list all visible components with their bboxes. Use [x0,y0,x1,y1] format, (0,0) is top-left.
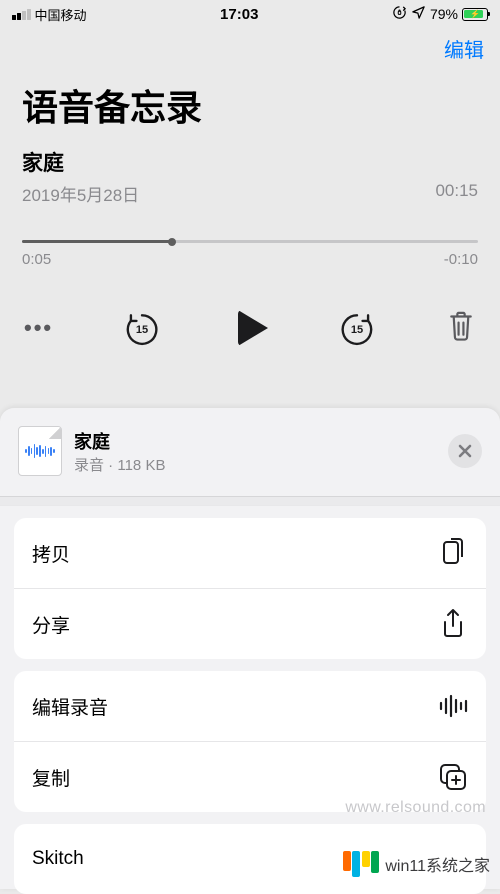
action-share[interactable]: 分享 [14,588,486,659]
duplicate-icon [438,762,468,792]
recording-date: 2019年5月28日 [22,181,139,206]
orientation-lock-icon [392,5,407,23]
brand-site: win11系统之家 [385,852,490,876]
status-time: 17:03 [220,6,258,23]
brand-logo-icon [343,851,380,877]
battery-percent: 79% [430,6,458,22]
edit-button[interactable]: 编辑 [444,34,484,63]
action-edit-recording-label: 编辑录音 [32,693,108,720]
carrier-label: 中国移动 [35,5,87,24]
file-size: 118 KB [117,457,165,474]
battery-icon: ⚡ [462,8,488,21]
status-bar: 中国移动 17:03 79% ⚡ [0,0,500,26]
elapsed-time: 0:05 [22,251,51,268]
svg-text:15: 15 [136,323,148,335]
recording-subline: 2019年5月28日 00:15 [22,181,478,206]
delete-button[interactable] [446,308,476,347]
player-panel: 家庭 2019年5月28日 00:15 0:05 -0:10 ••• 15 15 [0,147,500,375]
action-share-label: 分享 [32,611,70,638]
track-fill [22,240,172,243]
remaining-time: -0:10 [444,251,478,268]
action-skitch-label: Skitch [32,848,84,870]
sheet-divider [0,496,500,506]
file-icon [18,426,62,476]
skip-forward-15-button[interactable]: 15 [338,309,376,347]
playback-times: 0:05 -0:10 [22,251,478,268]
watermark-text: www.relsound.com [345,799,486,817]
page-title: 语音备忘录 [0,67,500,147]
sheet-header: 家庭 录音 · 118 KB [0,408,500,496]
status-right: 79% ⚡ [392,5,488,23]
action-group-2: 编辑录音 复制 [14,671,486,812]
sheet-file-text: 家庭 录音 · 118 KB [74,428,448,475]
footer-brand: win11系统之家 [343,851,490,877]
action-copy[interactable]: 拷贝 [14,518,486,588]
location-icon [411,5,426,23]
status-left: 中国移动 [12,5,87,24]
close-sheet-button[interactable] [448,434,482,468]
copy-icon [438,538,468,568]
action-edit-recording[interactable]: 编辑录音 [14,671,486,741]
playback-track[interactable] [22,240,478,243]
track-thumb[interactable] [168,238,176,246]
play-button[interactable] [232,310,268,346]
signal-icon [12,9,31,20]
action-duplicate-label: 复制 [32,764,70,791]
file-sep: · [104,457,117,474]
share-icon [438,609,468,639]
waveform-icon [438,691,468,721]
action-copy-label: 拷贝 [32,540,70,567]
player-controls: ••• 15 15 [22,308,478,375]
recording-title[interactable]: 家庭 [22,147,478,181]
skip-back-15-button[interactable]: 15 [123,309,161,347]
more-options-button[interactable]: ••• [24,315,53,341]
file-type: 录音 [74,457,104,474]
sheet-filename: 家庭 [74,428,448,454]
action-group-1: 拷贝 分享 [14,518,486,659]
sheet-fileinfo: 录音 · 118 KB [74,454,448,475]
svg-text:15: 15 [351,323,363,335]
nav-bar: 编辑 [0,26,500,67]
recording-duration: 00:15 [435,181,478,206]
